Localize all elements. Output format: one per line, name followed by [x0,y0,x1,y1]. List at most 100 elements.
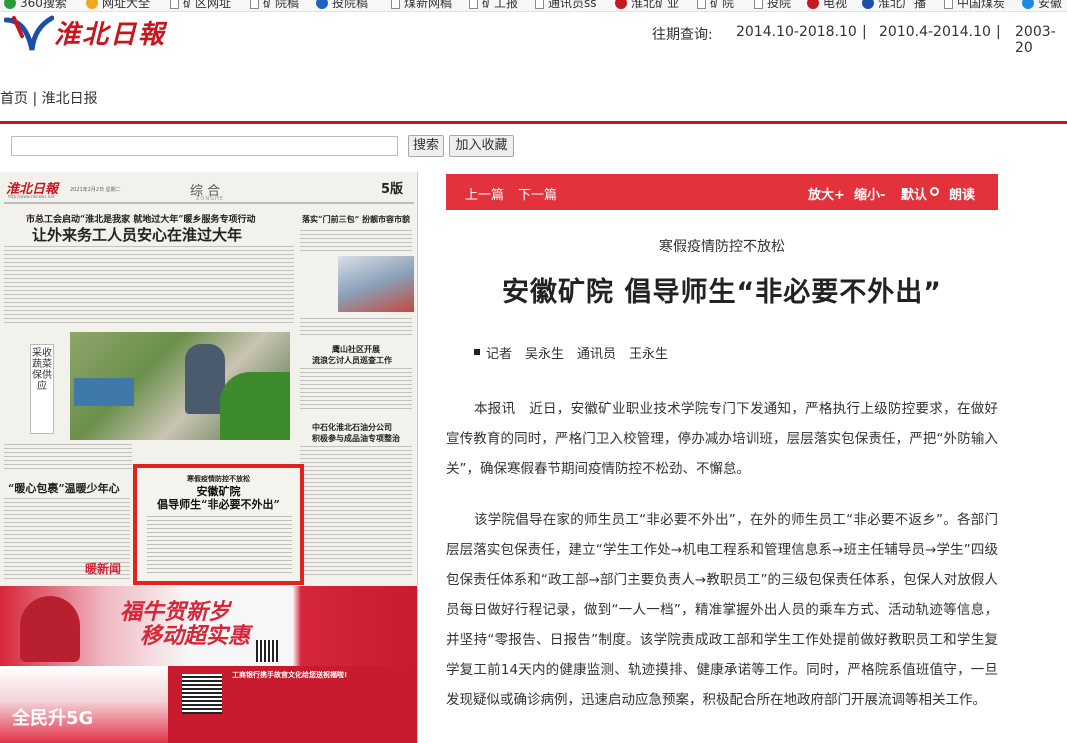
prev-article-link[interactable]: 上一篇 [465,184,504,203]
newspaper-headline: “暖心包裹”温暖少年心 [8,482,120,495]
document-icon [391,0,400,9]
vegetables-shape [220,372,290,440]
newspaper-side-headline: 落实“门前三包” 扮靓市容市貌 [302,214,410,224]
ad-text-line: 福牛贺新岁 [120,599,231,625]
add-favorite-button[interactable]: 加入收藏 [449,135,514,157]
qr-code-icon [256,640,278,662]
newspaper-text-block [4,444,132,472]
article-kicker: 寒假疫情防控不放松 [659,239,785,255]
period-link-1[interactable]: 2014.10-2018.10 [736,24,857,40]
ad-text: 工商银行携手故宫文化给您送祝福啦! [232,671,348,679]
bookmark-label: 电视 [823,0,848,10]
newspaper-headline: 中石化淮北石油分公司 [312,422,392,432]
zoom-out-button[interactable]: 缩小- [854,184,885,203]
search-input[interactable] [11,136,398,156]
bookmark-item[interactable]: 淮北矿业 [615,0,679,11]
period-query-label: 往期查询: [652,27,713,43]
bookmark-item[interactable]: 投院稿 [316,0,368,11]
newspaper-headline: 让外来务工人员安心在淮过大年 [32,226,243,244]
bookmark-item[interactable]: 网址大全 [86,0,150,11]
newspaper-banner: 暖新闻 [85,562,122,576]
newspaper-page-image[interactable]: 淮北日報 2021年2月2日 星期二 http://www.hbnews.net… [0,172,418,743]
article-paragraph: 本报讯 近日，安徽矿业职业技术学院专门下发通知，严格执行上级防控要求，在做好宣传… [446,401,998,477]
read-aloud-button[interactable]: 朗读 [949,184,975,203]
bookmark-label: 中国煤炭 [957,0,1006,10]
ad-figure [20,596,80,662]
bookmark-item[interactable]: 矿工报 [469,0,518,11]
document-icon [535,0,544,9]
bookmark-item[interactable]: 矿院稿 [250,0,299,11]
newspaper-ad: 福牛贺新岁 移动超实惠 [0,586,417,666]
article-byline: 记者 吴永生 通讯员 王永生 [486,347,669,362]
reset-circle-icon[interactable] [930,187,939,196]
logo-icon [615,0,627,9]
bookmark-item[interactable]: 投院 [754,0,791,11]
zoom-in-button[interactable]: 放大+ [808,184,845,203]
bookmark-item[interactable]: 电视 [807,0,847,11]
ad-text-line: 移动超实惠 [140,623,251,649]
newspaper-text-block [300,446,412,576]
byline-bullet-icon [474,349,480,355]
360-icon [4,0,16,9]
newspaper-edition: 5版 [381,182,404,197]
newspaper-headline: 积极参与成品油专项整治 [312,433,400,443]
highlight-title-line: 安徽矿院 [196,485,241,498]
highlight-kicker: 寒假疫情防控不放松 [187,475,250,483]
article-toolbar: 上一篇 下一篇 放大+ 缩小- 默认 朗读 [446,174,998,210]
c-logo-icon [807,0,819,9]
breadcrumb[interactable]: 首页 | 淮北日报 [0,88,98,108]
bookmark-label: 网址大全 [102,0,151,10]
bookmark-label: 安徽 [1038,0,1063,10]
newspaper-text-block [300,230,412,254]
bookmark-label: 投院稿 [332,0,369,10]
next-article-link[interactable]: 下一篇 [518,184,557,203]
search-button[interactable]: 搜索 [408,135,444,157]
logo-text: 淮北日報 [54,20,167,50]
bookmark-item[interactable]: 中国煤炭 [944,0,1005,11]
article-headline: 安徽矿院 倡导师生“非必要不外出” [502,277,942,308]
bookmark-item[interactable]: 矿区网址 [170,0,231,11]
separator: | [862,24,867,40]
bookmark-item[interactable]: 360搜索 [4,0,67,11]
site-logo[interactable]: 淮北日報 [4,12,174,60]
newspaper-text-block [300,368,412,412]
bookmark-item[interactable]: 淮北广播 [862,0,926,11]
bookmark-label: 煤新网稿 [404,0,453,10]
period-link-2[interactable]: 2010.4-2014.10 [879,24,991,40]
default-size-button[interactable]: 默认 [901,184,927,203]
document-icon [250,0,259,9]
bookmark-label: 360搜索 [20,0,67,10]
divider [4,202,414,204]
period-link-3[interactable]: 2003-20 [1015,24,1067,56]
ad-panel: 全民升5G [0,666,168,743]
bookmark-label: 矿工报 [482,0,519,10]
newspaper-headline: 鹰山社区开展 [332,344,380,354]
bookmark-item[interactable]: 安徽 [1022,0,1062,11]
photo-caption: 采收蔬菜保供应 [30,344,54,434]
bookmark-item[interactable]: 通讯员ss [535,0,597,11]
newspaper-headline: 流浪乞讨人员巡查工作 [312,355,392,365]
bookmark-item[interactable]: 煤新网稿 [391,0,452,11]
document-icon [469,0,478,9]
document-icon [944,0,953,9]
globe-icon [316,0,328,9]
document-icon [754,0,763,9]
truck-shape [74,378,134,406]
bookmark-label: 通讯员ss [548,0,597,10]
highlight-title-line: 倡导师生“非必要不外出” [157,498,280,511]
bookmarks-bar: 360搜索 网址大全 矿区网址 矿院稿 投院稿 煤新网稿 矿工报 通讯员ss 淮北矿业 矿院 投院 电… [0,0,1067,12]
separator: | [996,24,1001,40]
ad-text: 全民升5G [12,708,94,729]
highlight-title: 安徽矿院 倡导师生“非必要不外出” [137,485,300,511]
bookmark-label: 矿院稿 [263,0,300,10]
newspaper-text-block [300,318,412,338]
e-logo-icon [1022,0,1034,9]
bookmark-item[interactable]: 矿院 [697,0,734,11]
highlighted-article-box[interactable]: 寒假疫情防控不放松 安徽矿院 倡导师生“非必要不外出” [133,464,304,585]
document-icon [697,0,706,9]
divider [0,121,1067,124]
article-paragraph: 该学院倡导在家的师生员工“非必要不外出”，在外的师生员工“非必要不返乡”。各部门… [446,512,998,708]
bookmark-label: 淮北广播 [878,0,927,10]
newspaper-text-block [4,246,294,326]
bookmark-label: 投院 [767,0,792,10]
